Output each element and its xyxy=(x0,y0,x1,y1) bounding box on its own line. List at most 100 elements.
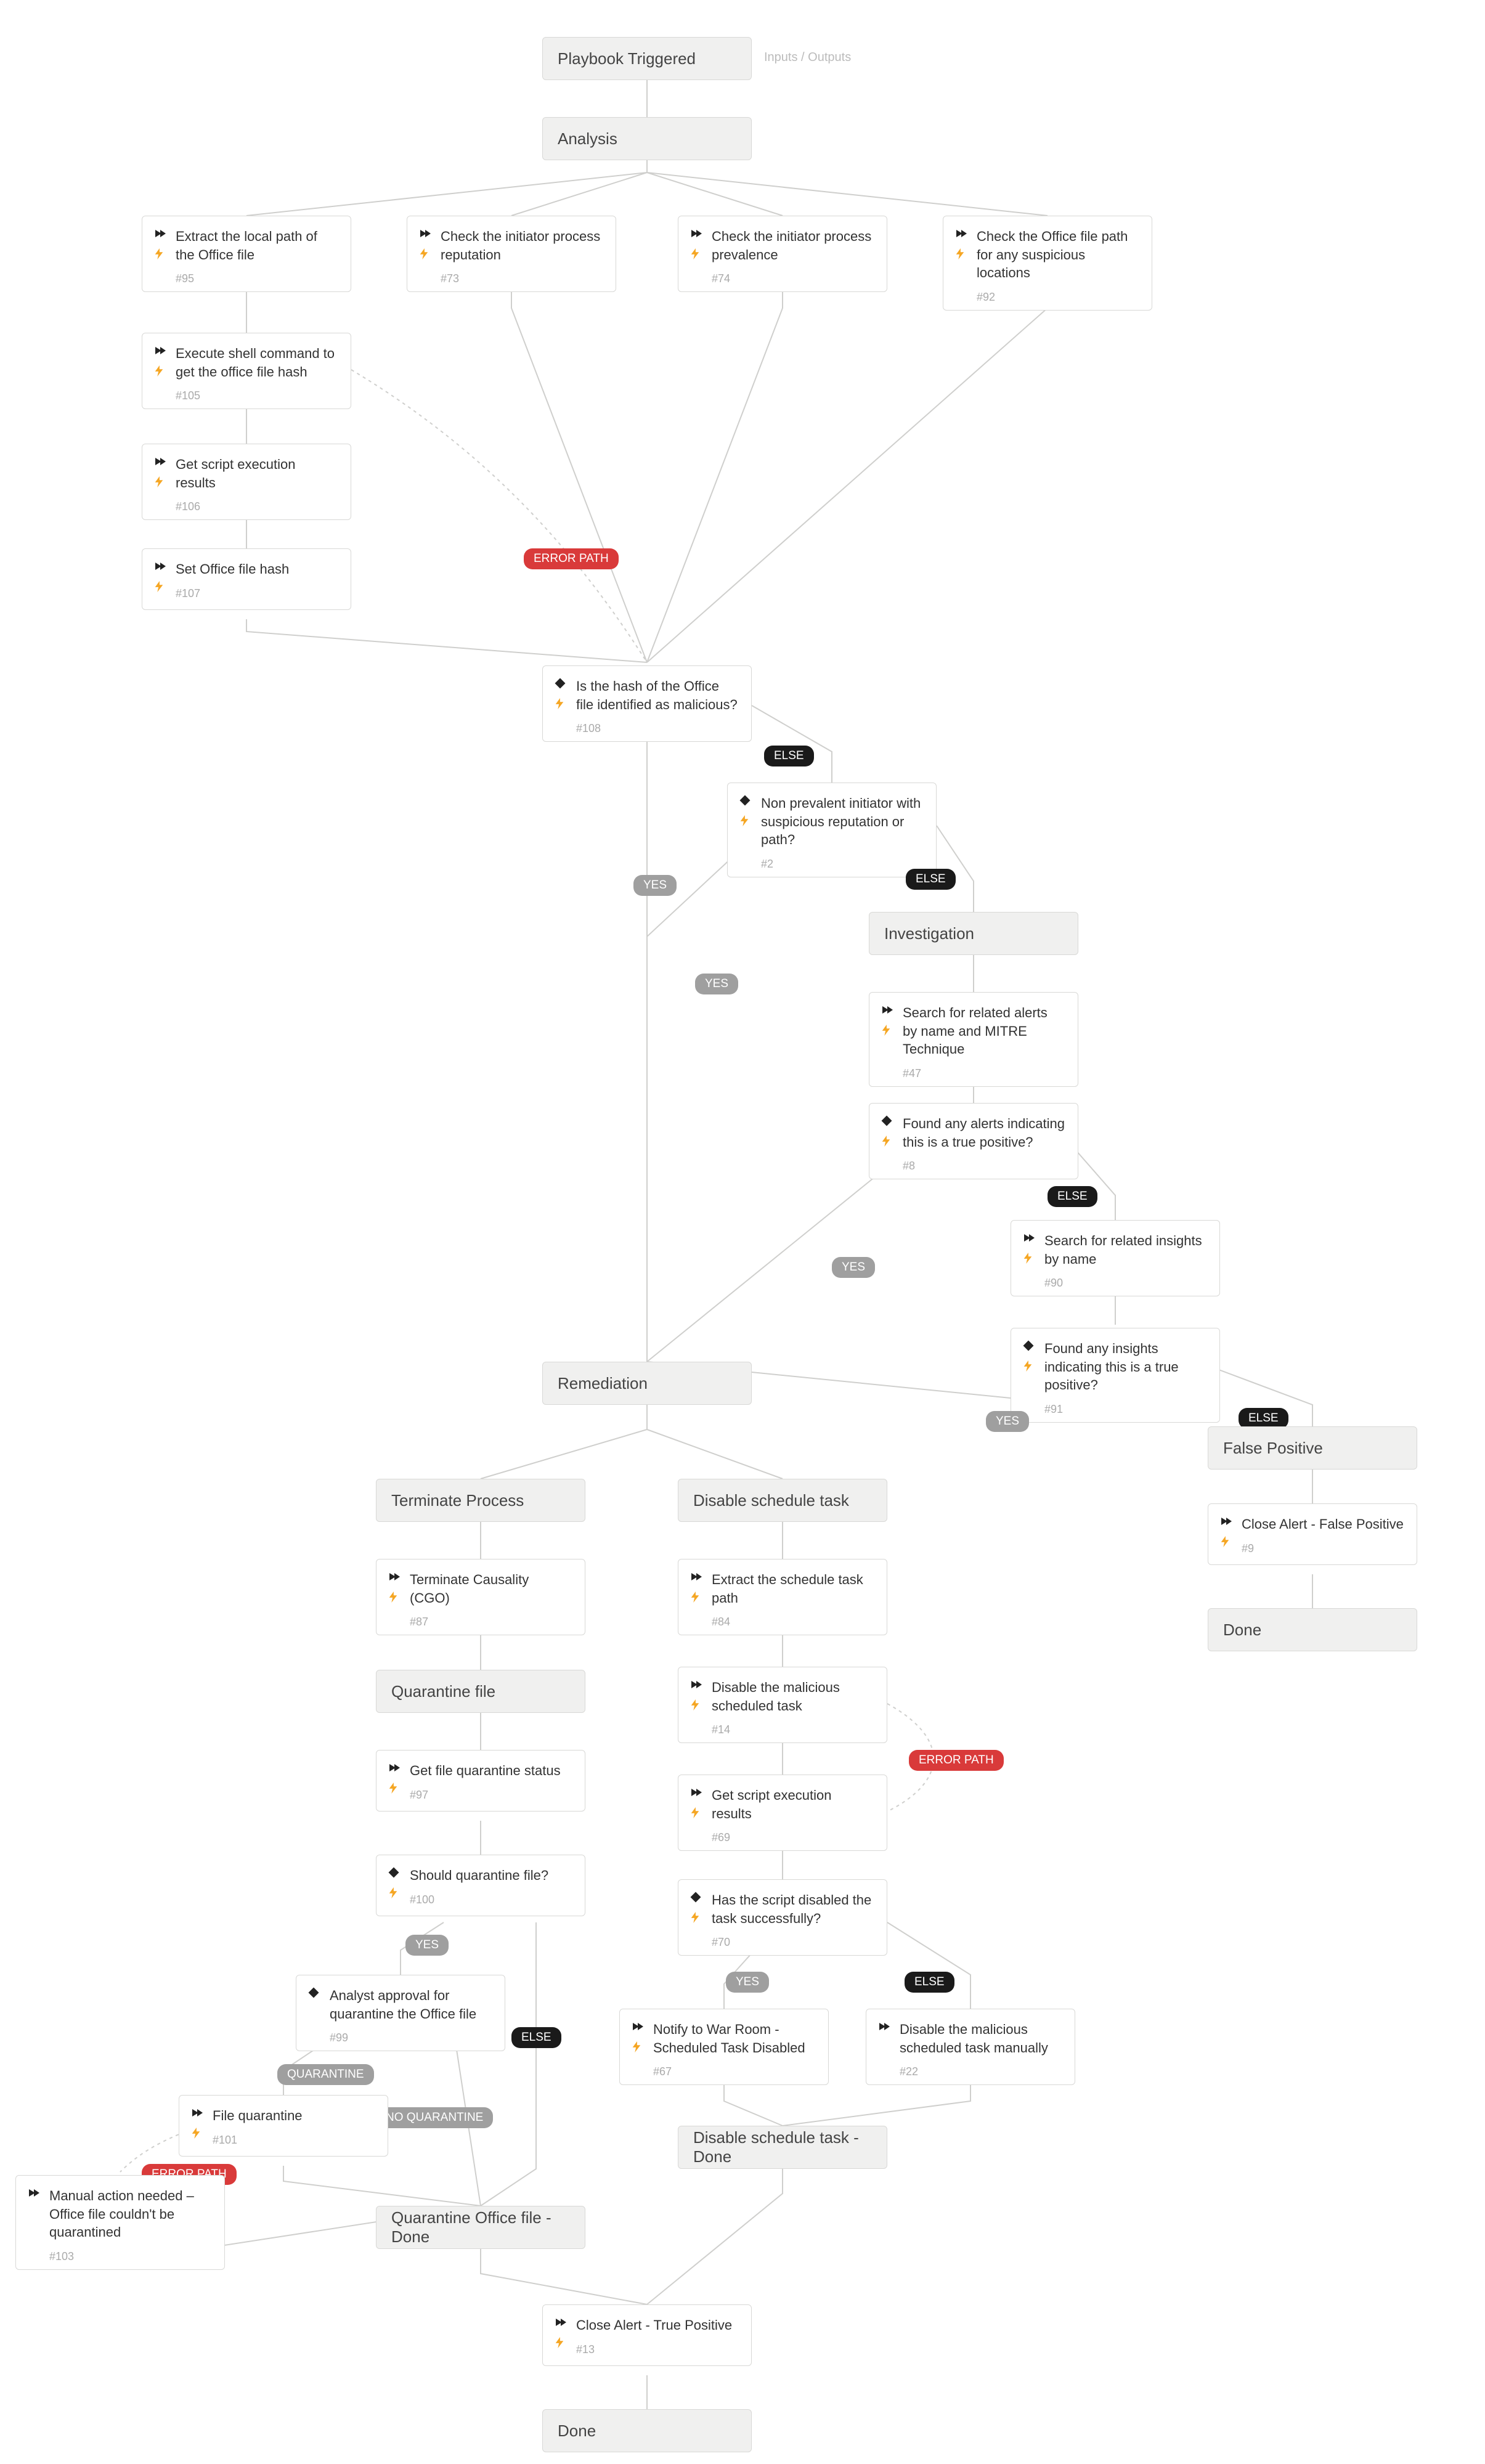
task-title: Has the script disabled the task success… xyxy=(712,1891,874,1927)
bolt-icon xyxy=(388,1592,399,1603)
task-ref: #108 xyxy=(576,722,739,735)
task-set-file-hash[interactable]: Set Office file hash #107 xyxy=(142,548,351,610)
action-icon xyxy=(877,2020,890,2033)
condition-icon xyxy=(1022,1340,1035,1352)
task-ref: #95 xyxy=(176,272,338,285)
task-script-disabled-success[interactable]: Has the script disabled the task success… xyxy=(678,1879,887,1956)
badge-error-path-1: ERROR PATH xyxy=(524,548,619,569)
bolt-icon xyxy=(554,2337,565,2348)
action-icon xyxy=(631,2020,643,2033)
task-disable-scheduled[interactable]: Disable the malicious scheduled task #14 xyxy=(678,1667,887,1743)
task-title: Check the initiator process prevalence xyxy=(712,227,874,264)
bolt-icon xyxy=(1022,1253,1033,1264)
badge-else: ELSE xyxy=(764,746,814,766)
task-ref: #105 xyxy=(176,389,338,402)
task-notify-war-room[interactable]: Notify to War Room - Scheduled Task Disa… xyxy=(619,2009,829,2085)
condition-icon xyxy=(690,1891,702,1903)
task-file-quarantine[interactable]: File quarantine #101 xyxy=(179,2095,388,2157)
task-ref: #14 xyxy=(712,1723,874,1736)
bolt-icon xyxy=(954,248,966,259)
badge-quarantine: QUARANTINE xyxy=(277,2064,374,2085)
task-hash-malicious[interactable]: Is the hash of the Office file identifie… xyxy=(542,665,752,742)
task-should-quarantine[interactable]: Should quarantine file? #100 xyxy=(376,1855,585,1916)
action-icon xyxy=(954,227,967,240)
header-quarantine-done[interactable]: Quarantine Office file - Done xyxy=(376,2206,585,2249)
action-icon xyxy=(27,2187,39,2199)
task-ref: #70 xyxy=(712,1936,874,1949)
header-label: Quarantine Office file - Done xyxy=(391,2208,570,2246)
task-title: Extract the local path of the Office fil… xyxy=(176,227,338,264)
header-playbook-triggered[interactable]: Playbook Triggered xyxy=(542,37,752,80)
action-icon xyxy=(690,1678,702,1691)
task-search-alerts[interactable]: Search for related alerts by name and MI… xyxy=(869,992,1078,1087)
task-close-alert-tp[interactable]: Close Alert - True Positive #13 xyxy=(542,2304,752,2366)
bolt-icon xyxy=(554,698,565,709)
header-quarantine-file[interactable]: Quarantine file xyxy=(376,1670,585,1713)
task-ref: #9 xyxy=(1242,1542,1404,1555)
task-check-reputation[interactable]: Check the initiator process reputation #… xyxy=(407,216,616,292)
task-disable-manually[interactable]: Disable the malicious scheduled task man… xyxy=(866,2009,1075,2085)
task-ref: #90 xyxy=(1044,1277,1207,1290)
task-title: Extract the schedule task path xyxy=(712,1571,874,1607)
badge-else: ELSE xyxy=(1048,1186,1097,1207)
playbook-flowchart: Playbook Triggered Inputs / Outputs Anal… xyxy=(12,12,1485,2452)
task-title: Found any insights indicating this is a … xyxy=(1044,1340,1207,1394)
task-analyst-approval[interactable]: Analyst approval for quarantine the Offi… xyxy=(296,1975,505,2051)
header-label: Terminate Process xyxy=(391,1491,524,1510)
task-execute-shell-hash[interactable]: Execute shell command to get the office … xyxy=(142,333,351,409)
task-get-script-results-1[interactable]: Get script execution results #106 xyxy=(142,444,351,520)
task-extract-local-path[interactable]: Extract the local path of the Office fil… xyxy=(142,216,351,292)
task-get-script-results-2[interactable]: Get script execution results #69 xyxy=(678,1775,887,1851)
task-get-quarantine-status[interactable]: Get file quarantine status #97 xyxy=(376,1750,585,1811)
badge-yes: YES xyxy=(405,1935,449,1956)
task-ref: #92 xyxy=(977,291,1139,304)
header-disable-schedule[interactable]: Disable schedule task xyxy=(678,1479,887,1522)
header-label: Investigation xyxy=(884,924,974,943)
badge-else: ELSE xyxy=(905,1972,954,1993)
action-icon xyxy=(153,227,166,240)
header-investigation[interactable]: Investigation xyxy=(869,912,1078,955)
task-ref: #91 xyxy=(1044,1403,1207,1416)
task-title: Set Office file hash xyxy=(176,560,338,579)
task-title: Analyst approval for quarantine the Offi… xyxy=(330,1986,492,2023)
bolt-icon xyxy=(690,248,701,259)
header-label: False Positive xyxy=(1223,1439,1323,1458)
bolt-icon xyxy=(739,815,750,826)
bolt-icon xyxy=(153,365,165,376)
bolt-icon xyxy=(690,1592,701,1603)
header-analysis[interactable]: Analysis xyxy=(542,117,752,160)
action-icon xyxy=(1219,1515,1232,1527)
bolt-icon xyxy=(388,1783,399,1794)
condition-icon xyxy=(388,1866,400,1879)
header-label: Disable schedule task - Done xyxy=(693,2128,872,2166)
task-check-suspicious-path[interactable]: Check the Office file path for any suspi… xyxy=(943,216,1152,311)
task-extract-schedule-path[interactable]: Extract the schedule task path #84 xyxy=(678,1559,887,1635)
task-title: Found any alerts indicating this is a tr… xyxy=(903,1115,1065,1151)
header-done-final[interactable]: Done xyxy=(542,2409,752,2452)
task-title: Search for related insights by name xyxy=(1044,1232,1207,1268)
io-label: Inputs / Outputs xyxy=(764,51,851,65)
header-label: Disable schedule task xyxy=(693,1491,849,1510)
action-icon xyxy=(388,1762,400,1774)
task-manual-action[interactable]: Manual action needed – Office file could… xyxy=(15,2175,225,2270)
header-false-positive[interactable]: False Positive xyxy=(1208,1426,1417,1470)
header-done-fp[interactable]: Done xyxy=(1208,1608,1417,1651)
header-remediation[interactable]: Remediation xyxy=(542,1362,752,1405)
badge-yes: YES xyxy=(986,1411,1029,1432)
task-found-alerts[interactable]: Found any alerts indicating this is a tr… xyxy=(869,1103,1078,1179)
task-terminate-causality[interactable]: Terminate Causality (CGO) #87 xyxy=(376,1559,585,1635)
task-close-alert-fp[interactable]: Close Alert - False Positive #9 xyxy=(1208,1503,1417,1565)
task-non-prevalent[interactable]: Non prevalent initiator with suspicious … xyxy=(727,783,937,877)
task-title: Get file quarantine status xyxy=(410,1762,572,1780)
task-title: Close Alert - False Positive xyxy=(1242,1515,1404,1534)
header-terminate-process[interactable]: Terminate Process xyxy=(376,1479,585,1522)
header-disable-done[interactable]: Disable schedule task - Done xyxy=(678,2126,887,2169)
task-ref: #99 xyxy=(330,2031,492,2044)
task-search-insights[interactable]: Search for related insights by name #90 xyxy=(1011,1220,1220,1296)
task-title: File quarantine xyxy=(213,2107,375,2125)
task-found-insights[interactable]: Found any insights indicating this is a … xyxy=(1011,1328,1220,1423)
action-icon xyxy=(418,227,431,240)
task-title: Search for related alerts by name and MI… xyxy=(903,1004,1065,1059)
task-check-prevalence[interactable]: Check the initiator process prevalence #… xyxy=(678,216,887,292)
task-title: Execute shell command to get the office … xyxy=(176,344,338,381)
